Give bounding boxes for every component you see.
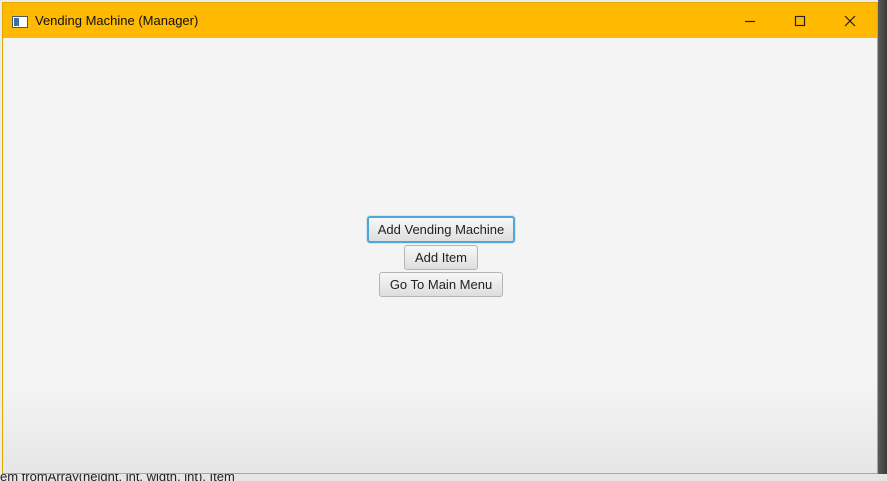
go-to-main-menu-button[interactable]: Go To Main Menu — [379, 272, 503, 297]
desktop-background: em fromArray(height, int, width, int), I… — [0, 0, 887, 481]
maximize-button[interactable] — [777, 3, 823, 38]
window-content: Add Vending Machine Add Item Go To Main … — [3, 38, 877, 473]
app-window: Vending Machine (Manager) Add Vending Ma… — [2, 2, 878, 474]
window-titlebar[interactable]: Vending Machine (Manager) — [3, 3, 877, 38]
close-button[interactable] — [827, 3, 873, 38]
background-ide-strip — [878, 0, 887, 481]
app-icon — [12, 15, 28, 28]
add-item-button[interactable]: Add Item — [404, 245, 478, 270]
maximize-icon — [794, 15, 806, 26]
add-vending-machine-button[interactable]: Add Vending Machine — [367, 216, 515, 243]
minimize-icon — [745, 20, 755, 22]
window-controls — [727, 3, 877, 38]
close-icon — [844, 15, 856, 26]
minimize-button[interactable] — [727, 3, 773, 38]
window-title: Vending Machine (Manager) — [35, 13, 199, 28]
